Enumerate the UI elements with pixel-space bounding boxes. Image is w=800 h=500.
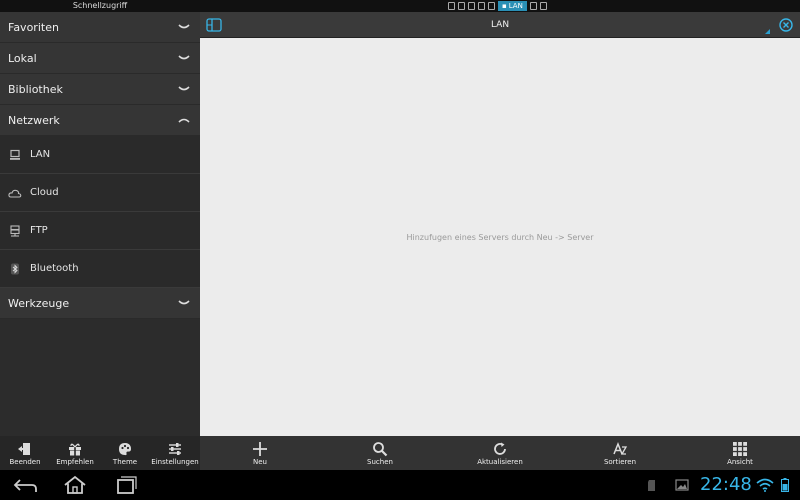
window-tab-active[interactable]: ▪ LAN	[498, 1, 527, 11]
section-werkzeuge[interactable]: Werkzeuge	[0, 288, 200, 319]
sidebar-item-label: Bluetooth	[30, 263, 79, 274]
window-tab[interactable]	[468, 2, 475, 10]
window-tab[interactable]	[539, 2, 547, 10]
chevron-down-icon	[178, 86, 190, 91]
chevron-down-icon	[178, 55, 190, 60]
exit-icon	[17, 441, 33, 457]
refresh-button[interactable]: Aktualisieren	[440, 436, 560, 470]
chevron-down-icon	[178, 24, 190, 29]
status-clock[interactable]: 22:48	[700, 474, 752, 495]
section-label: Lokal	[8, 51, 37, 65]
gallery-icon	[674, 478, 690, 492]
quick-access-label[interactable]: Schnellzugriff	[0, 0, 200, 12]
sort-icon	[612, 441, 628, 457]
toolbar-label: Suchen	[367, 458, 393, 466]
home-button[interactable]	[60, 473, 90, 497]
settings-button[interactable]: Einstellungen	[150, 436, 200, 470]
section-lokal[interactable]: Lokal	[0, 43, 200, 74]
windows-icon	[206, 18, 222, 32]
grid-icon	[732, 441, 748, 457]
gift-icon	[67, 441, 83, 457]
path-bar: LAN	[200, 12, 800, 38]
exit-button[interactable]: Beenden	[0, 436, 50, 470]
new-button[interactable]: Neu	[200, 436, 320, 470]
sidebar-item-cloud[interactable]: Cloud	[0, 174, 200, 212]
path-dropdown-indicator[interactable]	[765, 29, 770, 34]
section-label: Bibliothek	[8, 82, 63, 96]
sidebar-item-label: LAN	[30, 149, 51, 160]
computer-icon: ▪	[502, 2, 507, 10]
toolbar-label: Theme	[112, 458, 138, 466]
toolbar-label: Sortieren	[603, 458, 637, 466]
sort-button[interactable]: Sortieren	[560, 436, 680, 470]
path-title[interactable]: LAN	[228, 12, 772, 38]
home-icon	[64, 475, 86, 494]
view-button[interactable]: Ansicht	[680, 436, 800, 470]
chevron-up-icon	[178, 118, 190, 123]
main-toolbar: Neu Suchen Aktualisieren Sortieren Ansic…	[200, 436, 800, 470]
window-toggle-button[interactable]	[203, 15, 225, 35]
sd-card-icon	[646, 478, 658, 492]
sidebar-item-lan[interactable]: LAN	[0, 136, 200, 174]
battery-icon	[780, 478, 790, 492]
section-label: Werkzeuge	[8, 296, 70, 310]
window-tab[interactable]	[448, 2, 455, 10]
wifi-icon	[756, 478, 774, 492]
toolbar-label: Neu	[253, 458, 267, 466]
section-favoriten[interactable]: Favoriten	[0, 12, 200, 43]
plus-icon	[252, 441, 268, 457]
recommend-button[interactable]: Empfehlen	[50, 436, 100, 470]
palette-icon	[117, 441, 133, 457]
cloud-icon	[8, 186, 22, 200]
close-circle-icon	[779, 18, 793, 32]
back-arrow-icon	[13, 479, 37, 492]
active-tab-label: LAN	[508, 2, 523, 10]
empty-state-message: Hinzufugen eines Servers durch Neu -> Se…	[406, 233, 594, 242]
sidebar: Favoriten Lokal Bibliothek Netzwerk LAN …	[0, 12, 200, 436]
chevron-down-icon	[178, 300, 190, 305]
recent-apps-button[interactable]	[110, 473, 140, 497]
window-tab[interactable]	[529, 2, 537, 10]
computer-icon	[8, 148, 22, 162]
search-button[interactable]: Suchen	[320, 436, 440, 470]
toolbar-label: Ansicht	[727, 458, 753, 466]
section-netzwerk[interactable]: Netzwerk	[0, 105, 200, 136]
toolbar-label: Aktualisieren	[477, 458, 523, 466]
top-strip: Schnellzugriff ▪ LAN	[0, 0, 800, 12]
toolbar-label: Empfehlen	[56, 458, 94, 466]
ftp-server-icon	[8, 224, 22, 238]
section-label: Netzwerk	[8, 113, 60, 127]
window-tab[interactable]	[478, 2, 485, 10]
refresh-icon	[492, 441, 508, 457]
system-nav-bar: 22:48	[0, 470, 800, 500]
window-tab[interactable]	[488, 2, 495, 10]
sidebar-item-bluetooth[interactable]: Bluetooth	[0, 250, 200, 288]
left-toolbar: Beenden Empfehlen Theme Einstellungen	[0, 436, 200, 470]
search-icon	[372, 441, 388, 457]
toolbar-label: Einstellungen	[151, 458, 199, 466]
window-tabs: ▪ LAN	[448, 1, 547, 11]
section-label: Favoriten	[8, 20, 59, 34]
sliders-icon	[167, 441, 183, 457]
section-bibliothek[interactable]: Bibliothek	[0, 74, 200, 105]
bluetooth-icon	[8, 262, 22, 276]
file-list-area[interactable]: Hinzufugen eines Servers durch Neu -> Se…	[200, 38, 800, 436]
toolbar-label: Beenden	[9, 458, 41, 466]
window-tab[interactable]	[458, 2, 465, 10]
recent-apps-icon	[117, 476, 137, 494]
sidebar-item-label: FTP	[30, 225, 48, 236]
close-window-button[interactable]	[775, 15, 797, 35]
sidebar-item-label: Cloud	[30, 187, 59, 198]
back-button[interactable]	[10, 473, 40, 497]
sidebar-item-ftp[interactable]: FTP	[0, 212, 200, 250]
theme-button[interactable]: Theme	[100, 436, 150, 470]
